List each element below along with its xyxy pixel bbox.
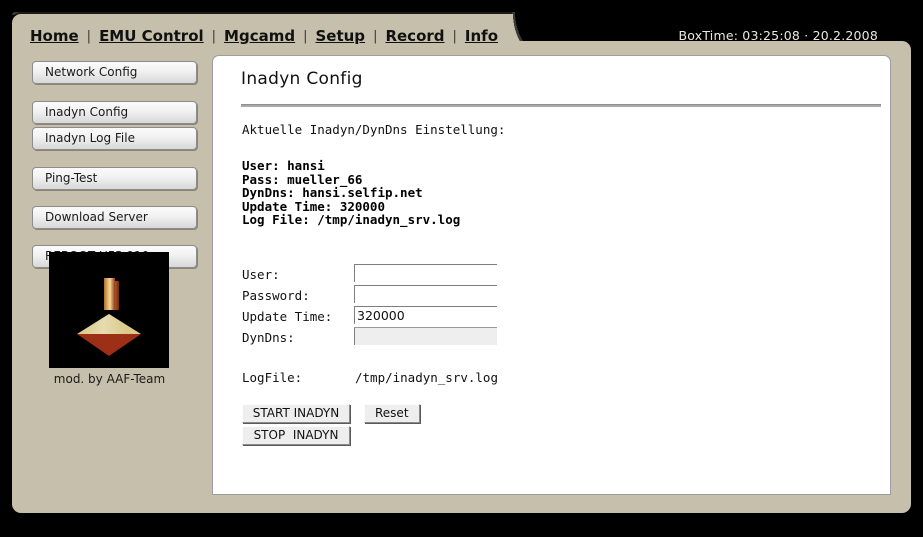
sidebar-item-download-server[interactable]: Download Server <box>32 206 197 229</box>
user-label: User: <box>242 267 280 282</box>
content-panel: Inadyn Config Aktuelle Inadyn/DynDns Ein… <box>212 55 891 495</box>
nav-link-record[interactable]: Record <box>385 27 444 45</box>
update-time-label: Update Time: <box>242 309 333 324</box>
logo-diamond-bottom-icon <box>77 334 141 356</box>
sidebar-item-network-config[interactable]: Network Config <box>32 61 197 84</box>
nav-link-setup[interactable]: Setup <box>315 27 365 45</box>
nav-separator-2: | <box>211 28 217 44</box>
dyndns-input[interactable] <box>354 327 497 345</box>
title-divider <box>241 104 881 107</box>
form-actions: START INADYN Reset STOP INADYN <box>242 404 420 448</box>
start-inadyn-button[interactable]: START INADYN <box>242 404 350 423</box>
nav-separator-5: | <box>452 28 457 44</box>
sidebar-item-inadyn-config[interactable]: Inadyn Config <box>32 101 197 124</box>
logo-bar-shadow-icon <box>115 281 119 310</box>
nav-link-mgcamd[interactable]: Mgcamd <box>224 27 295 45</box>
sidebar: Network Config Inadyn Config Inadyn Log … <box>32 61 207 271</box>
password-input[interactable] <box>354 285 497 303</box>
nav-link-emu-control[interactable]: EMU Control <box>99 27 204 45</box>
app-screen: BoxTime: 03:25:08 · 20.2.2008 Network Co… <box>0 0 923 537</box>
action-row-secondary: STOP INADYN <box>242 426 420 445</box>
nav-separator-1: | <box>86 28 92 44</box>
page-title: Inadyn Config <box>241 69 363 89</box>
intro-text: Aktuelle Inadyn/DynDns Einstellung: <box>242 122 506 137</box>
logo-diamond-top-icon <box>77 314 141 334</box>
update-time-input[interactable] <box>354 306 497 324</box>
aaf-team-logo <box>49 252 169 368</box>
nav-link-home[interactable]: Home <box>30 27 79 45</box>
sidebar-item-inadyn-log-file[interactable]: Inadyn Log File <box>32 127 197 150</box>
inadyn-config-form: User: Password: Update Time: DynDns: Log… <box>242 264 862 388</box>
reset-button[interactable]: Reset <box>364 404 420 423</box>
logo-bar-icon <box>104 278 115 310</box>
logfile-label: LogFile: <box>242 370 303 385</box>
nav-link-info[interactable]: Info <box>465 27 498 45</box>
main-shell: Network Config Inadyn Config Inadyn Log … <box>12 41 911 513</box>
stop-inadyn-button[interactable]: STOP INADYN <box>242 426 350 445</box>
user-input[interactable] <box>354 264 497 282</box>
form-row-dyndns: DynDns: <box>242 327 862 348</box>
nav-separator-3: | <box>303 28 308 44</box>
form-row-password: Password: <box>242 285 862 306</box>
form-row-update-time: Update Time: <box>242 306 862 327</box>
dyndns-label: DynDns: <box>242 330 295 345</box>
form-row-logfile: LogFile: /tmp/inadyn_srv.log <box>242 367 862 388</box>
nav-separator-4: | <box>373 28 378 44</box>
form-row-user: User: <box>242 264 862 285</box>
sidebar-item-ping-test[interactable]: Ping-Test <box>32 167 197 190</box>
main-navigation: Home | EMU Control | Mgcamd | Setup | Re… <box>30 24 498 48</box>
current-settings-block: User: hansi Pass: mueller_66 DynDns: han… <box>242 158 461 227</box>
logo-caption: mod. by AAF-Team <box>53 372 166 386</box>
password-label: Password: <box>242 288 310 303</box>
action-row-primary: START INADYN Reset <box>242 404 420 423</box>
logfile-value: /tmp/inadyn_srv.log <box>355 370 498 385</box>
